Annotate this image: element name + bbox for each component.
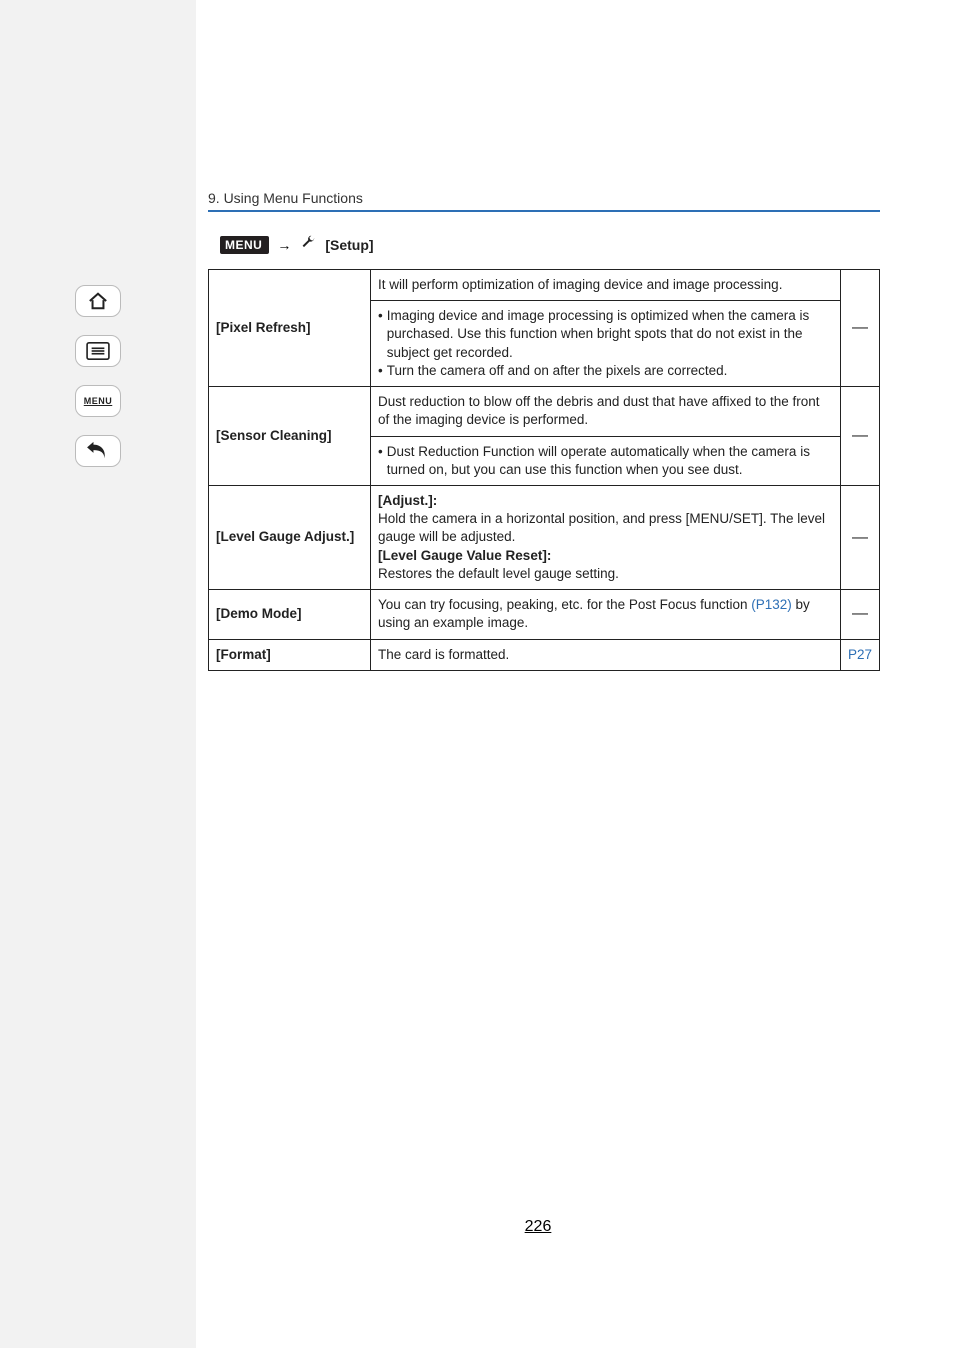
setting-ref: — [840,485,879,589]
setting-name: [Sensor Cleaning] [209,387,371,486]
page-content: 9. Using Menu Functions MENU → [Setup] [… [196,0,954,1348]
setting-name: [Format] [209,639,371,670]
breadcrumb: 9. Using Menu Functions [208,190,880,212]
sidebar-nav: MENU [0,0,196,1348]
menu-button[interactable]: MENU [75,385,121,417]
table-row: [Demo Mode] You can try focusing, peakin… [209,590,880,639]
contents-button[interactable] [75,335,121,367]
setup-label: [Setup] [325,237,373,253]
arrow-right-icon: → [277,237,291,253]
home-button[interactable] [75,285,121,317]
table-row: [Pixel Refresh] It will perform optimiza… [209,270,880,301]
menu-label: MENU [84,396,113,406]
page-link[interactable]: P27 [848,647,872,662]
setting-desc: It will perform optimization of imaging … [371,270,841,301]
setting-name: [Level Gauge Adjust.] [209,485,371,589]
menu-badge: MENU [220,236,269,254]
page-number: 226 [196,1218,880,1236]
setting-ref: — [840,590,879,639]
setting-name: [Pixel Refresh] [209,270,371,387]
table-row: [Sensor Cleaning] Dust reduction to blow… [209,387,880,436]
list-box-icon [85,341,111,361]
setting-desc: Dust reduction to blow off the debris an… [371,387,841,436]
back-arrow-icon [86,441,110,461]
menu-path: MENU → [Setup] [208,234,880,255]
back-button[interactable] [75,435,121,467]
setting-name: [Demo Mode] [209,590,371,639]
setting-desc: You can try focusing, peaking, etc. for … [371,590,841,639]
home-icon [87,291,109,311]
setting-desc: The card is formatted. [371,639,841,670]
wrench-icon [299,234,317,255]
setting-bullets: •Dust Reduction Function will operate au… [371,436,841,485]
setting-desc: [Adjust.]: Hold the camera in a horizont… [371,485,841,589]
setting-ref: — [840,270,879,387]
settings-table: [Pixel Refresh] It will perform optimiza… [208,269,880,671]
table-row: [Level Gauge Adjust.] [Adjust.]: Hold th… [209,485,880,589]
page-link[interactable]: (P132) [751,597,792,612]
table-row: [Format] The card is formatted. P27 [209,639,880,670]
setting-bullets: •Imaging device and image processing is … [371,301,841,387]
setting-ref: P27 [840,639,879,670]
setting-ref: — [840,387,879,486]
